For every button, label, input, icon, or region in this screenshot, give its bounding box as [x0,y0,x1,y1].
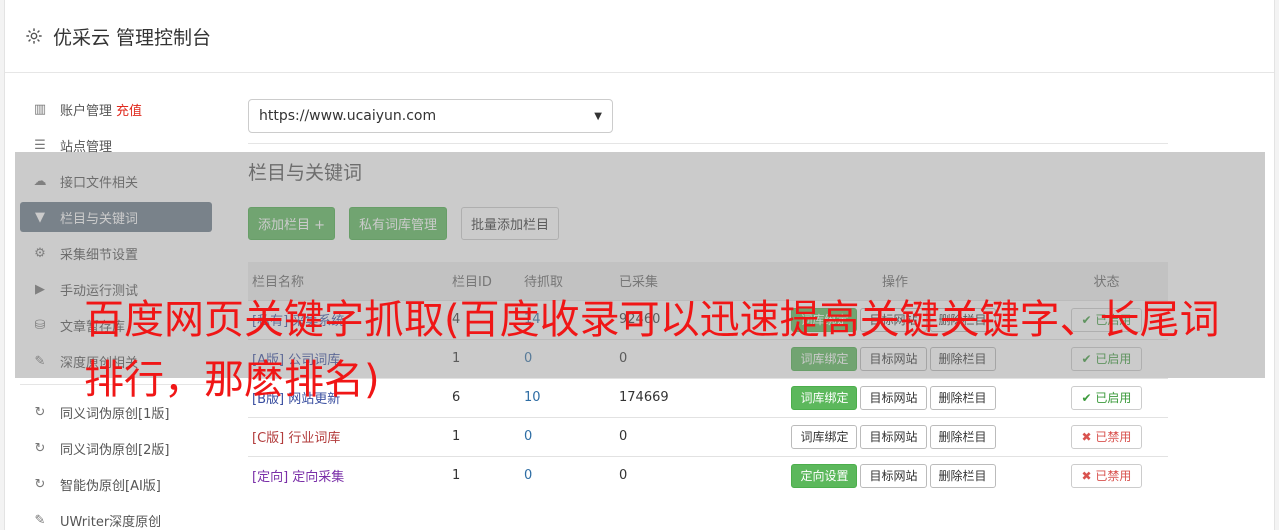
sidebar-item-label: UWriter深度原创 [60,514,162,530]
collected-count: 0 [619,429,628,444]
server-icon: ☰ [34,137,46,153]
close-icon: ✖ [1081,468,1096,483]
refresh-icon: ↻ [34,404,46,420]
target-site-button[interactable]: 目标网站 [860,424,927,449]
status-toggle[interactable]: ✖ 已禁用 [1070,424,1143,449]
pending-count[interactable]: 0 [520,456,615,495]
sidebar-item-0[interactable]: ▥ 账户管理 充值 [20,94,212,124]
sidebar-item-tool-3[interactable]: ✎ UWriter深度原创 [20,505,212,530]
edit-icon: ✎ [34,512,46,528]
status-label: 已禁用 [1095,468,1132,483]
bar-chart-icon: ▥ [33,101,47,117]
page-title: 优采云 管理控制台 [53,26,212,49]
panel-header: 优采云 管理控制台 [5,0,1274,73]
bind-lexicon-button[interactable]: 定向设置 [791,463,858,488]
site-select-value: https://www.ucaiyun.com [259,108,437,124]
table-row: [C版] 行业词库 1 0 0 词库绑定 目标网站 删除栏目 ✖ 已禁用 [248,417,1168,456]
bind-lexicon-button[interactable]: 词库绑定 [791,424,858,449]
collected-count: 0 [619,468,628,484]
sidebar-item-label: 账户管理 [60,103,113,119]
refresh-icon: ↻ [34,476,46,492]
recharge-link[interactable]: 充值 [116,100,142,119]
sidebar-item-tool-1[interactable]: ↻ 同义词伪原创[2版] [20,433,212,463]
column-tag: [定向] [252,470,289,486]
chevron-down-icon: ▼ [594,110,602,122]
delete-column-button[interactable]: 删除栏目 [929,463,996,488]
refresh-icon: ↻ [34,440,46,456]
status-toggle[interactable]: ✖ 已禁用 [1070,463,1143,488]
table-row: [定向] 定向采集 1 0 0 定向设置 目标网站 删除栏目 ✖ 已禁用 [248,456,1168,495]
column-name[interactable]: 定向采集 [292,470,344,485]
sidebar-item-label: 智能伪原创[AI版] [60,478,161,494]
pending-count[interactable]: 0 [520,417,615,456]
sidebar-item-label: 同义词伪原创[2版] [60,442,170,458]
close-icon: ✖ [1081,429,1096,444]
gear-icon [25,27,43,45]
column-name[interactable]: 行业词库 [288,431,340,446]
target-site-button[interactable]: 目标网站 [860,463,927,488]
sidebar-item-tool-2[interactable]: ↻ 智能伪原创[AI版] [20,469,212,499]
overlay-caption: 百度网页关键字抓取(百度收录可以迅速提高关键关键字、长尾词排行，那麽排名) [84,297,1220,403]
delete-column-button[interactable]: 删除栏目 [929,424,996,449]
status-label: 已禁用 [1095,429,1132,444]
column-id: 1 [452,468,461,484]
column-tag: [C版] [252,431,285,446]
divider [248,143,1168,144]
site-select[interactable]: https://www.ucaiyun.com ▼ [248,99,613,133]
column-id: 1 [452,429,461,444]
